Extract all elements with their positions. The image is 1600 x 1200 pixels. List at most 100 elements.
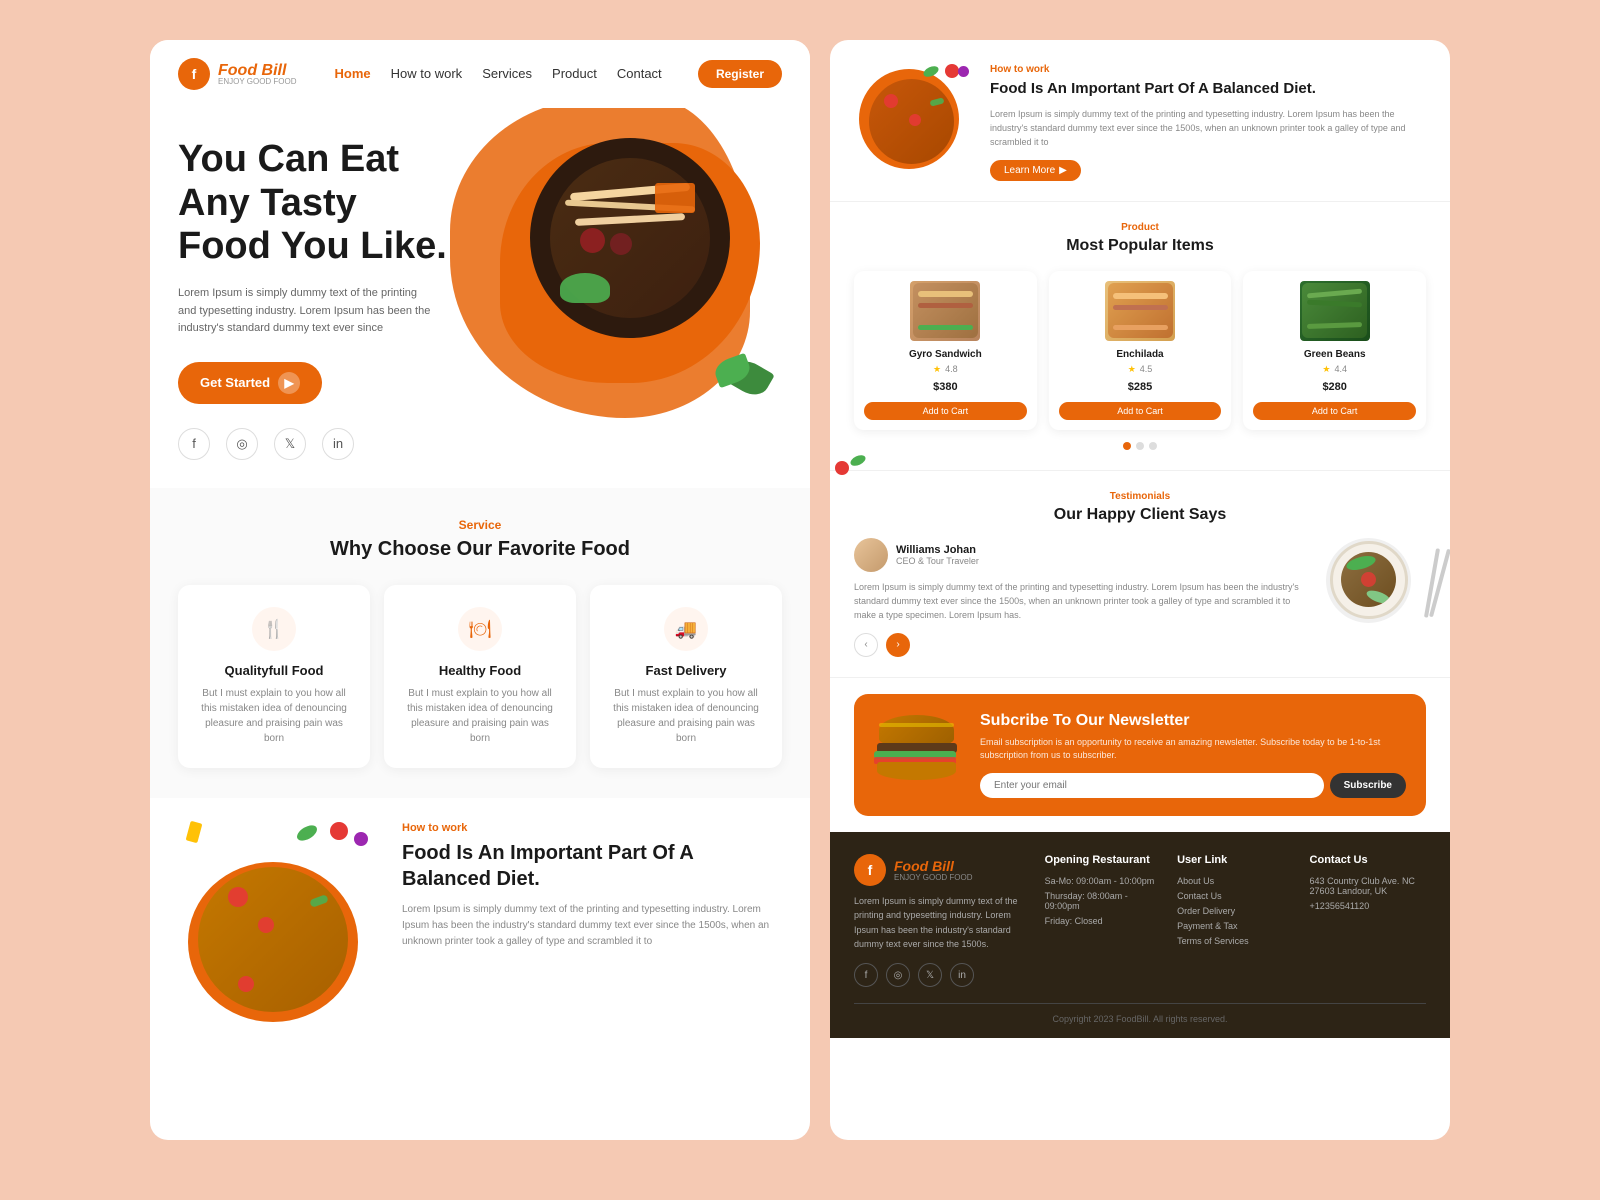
service-card-delivery: 🚚 Fast Delivery But I must explain to yo… xyxy=(590,585,782,768)
burger-image xyxy=(874,715,964,795)
twitter-icon[interactable]: 𝕏 xyxy=(274,428,306,460)
nav-item-home[interactable]: Home xyxy=(335,65,371,83)
footer-opening-title: Opening Restaurant xyxy=(1045,854,1161,866)
newsletter-email-input[interactable] xyxy=(980,773,1324,798)
footer-hours-1: Sa-Mo: 09:00am - 10:00pm xyxy=(1045,876,1161,886)
delivery-desc: But I must explain to you how all this m… xyxy=(606,686,766,746)
register-button[interactable]: Register xyxy=(698,60,782,88)
newsletter-submit-button[interactable]: Subscribe xyxy=(1330,773,1406,798)
popular-section: Product Most Popular Items Gyro Sandwich… xyxy=(830,202,1450,471)
testimonial-title: Our Happy Client Says xyxy=(854,506,1426,524)
testimonial-label: Testimonials xyxy=(854,491,1426,502)
healthy-title: Healthy Food xyxy=(400,663,560,678)
right-how-label: How to work xyxy=(990,64,1426,75)
greenbeans-image xyxy=(1300,281,1370,341)
footer-link-payment[interactable]: Payment & Tax xyxy=(1177,921,1293,931)
instagram-icon[interactable]: ◎ xyxy=(226,428,258,460)
enchilada-price: $285 xyxy=(1059,381,1222,393)
testimonial-text: Williams Johan CEO & Tour Traveler Lorem… xyxy=(854,538,1312,657)
arrow-right-icon: ▶ xyxy=(1059,165,1067,176)
enchilada-add-to-cart[interactable]: Add to Cart xyxy=(1059,402,1222,420)
how-to-work-desc: Lorem Ipsum is simply dummy text of the … xyxy=(402,902,782,950)
get-started-button[interactable]: Get Started ▶ xyxy=(178,362,322,404)
left-panel: f Food Bill ENJOY GOOD FOOD Home How to … xyxy=(150,40,810,1140)
footer-link-terms[interactable]: Terms of Services xyxy=(1177,936,1293,946)
newsletter-section: Subcribe To Our Newsletter Email subscri… xyxy=(854,694,1426,816)
logo-icon: f xyxy=(178,58,210,90)
testimonial-section: Testimonials Our Happy Client Says Willi… xyxy=(830,471,1450,678)
hero-socials: f ◎ 𝕏 in xyxy=(178,428,782,460)
pizza-image-left xyxy=(178,822,378,1022)
footer-phone: +12356541120 xyxy=(1310,901,1426,911)
delivery-icon: 🚚 xyxy=(664,607,708,651)
footer-link-contact[interactable]: Contact Us xyxy=(1177,891,1293,901)
newsletter-content: Subcribe To Our Newsletter Email subscri… xyxy=(980,712,1406,798)
enchilada-name: Enchilada xyxy=(1059,349,1222,360)
right-how-desc: Lorem Ipsum is simply dummy text of the … xyxy=(990,107,1426,150)
star-icon: ★ xyxy=(1322,364,1330,375)
dot-3[interactable] xyxy=(1149,442,1157,450)
nav-item-product[interactable]: Product xyxy=(552,65,597,83)
reviewer-name: Williams Johan xyxy=(896,544,979,556)
gyro-image xyxy=(910,281,980,341)
footer-instagram-icon[interactable]: ◎ xyxy=(886,963,910,987)
nav-item-how[interactable]: How to work xyxy=(391,65,463,83)
quality-title: Qualityfull Food xyxy=(194,663,354,678)
testimonial-quote: Lorem Ipsum is simply dummy text of the … xyxy=(854,580,1312,623)
logo: f Food Bill ENJOY GOOD FOOD xyxy=(178,58,297,90)
testimonial-next-button[interactable]: › xyxy=(886,633,910,657)
quality-desc: But I must explain to you how all this m… xyxy=(194,686,354,746)
popular-title: Most Popular Items xyxy=(854,237,1426,255)
greenbeans-name: Green Beans xyxy=(1253,349,1416,360)
testimonial-navigation: ‹ › xyxy=(854,633,1312,657)
popular-card-enchilada: Enchilada ★ 4.5 $285 Add to Cart xyxy=(1049,271,1232,430)
right-panel: How to work Food Is An Important Part Of… xyxy=(830,40,1450,1140)
service-cards: 🍴 Qualityfull Food But I must explain to… xyxy=(178,585,782,768)
carousel-dots xyxy=(854,442,1426,450)
quality-icon: 🍴 xyxy=(252,607,296,651)
footer: f Food Bill ENJOY GOOD FOOD Lorem Ipsum … xyxy=(830,832,1450,1039)
newsletter-description: Email subscription is an opportunity to … xyxy=(980,736,1406,763)
testimonial-content: Williams Johan CEO & Tour Traveler Lorem… xyxy=(854,538,1426,657)
nav-item-contact[interactable]: Contact xyxy=(617,65,662,83)
dot-2[interactable] xyxy=(1136,442,1144,450)
footer-brand-tagline: ENJOY GOOD FOOD xyxy=(894,873,973,882)
dot-1[interactable] xyxy=(1123,442,1131,450)
salad-plate xyxy=(1326,538,1411,623)
gyro-price: $380 xyxy=(864,381,1027,393)
greenbeans-price: $280 xyxy=(1253,381,1416,393)
footer-facebook-icon[interactable]: f xyxy=(854,963,878,987)
newsletter-form: Subscribe xyxy=(980,773,1406,798)
footer-contact-title: Contact Us xyxy=(1310,854,1426,866)
footer-linkedin-icon[interactable]: in xyxy=(950,963,974,987)
footer-twitter-icon[interactable]: 𝕏 xyxy=(918,963,942,987)
facebook-icon[interactable]: f xyxy=(178,428,210,460)
delivery-title: Fast Delivery xyxy=(606,663,766,678)
gyro-add-to-cart[interactable]: Add to Cart xyxy=(864,402,1027,420)
footer-link-about[interactable]: About Us xyxy=(1177,876,1293,886)
popular-cards: Gyro Sandwich ★ 4.8 $380 Add to Cart xyxy=(854,271,1426,430)
footer-user-links: User Link About Us Contact Us Order Deli… xyxy=(1177,854,1293,988)
right-how-title: Food Is An Important Part Of A Balanced … xyxy=(990,79,1426,99)
footer-userlinks-title: User Link xyxy=(1177,854,1293,866)
pizza-inner xyxy=(869,79,954,164)
linkedin-icon[interactable]: in xyxy=(322,428,354,460)
footer-about-desc: Lorem Ipsum is simply dummy text of the … xyxy=(854,894,1029,952)
learn-more-button[interactable]: Learn More ▶ xyxy=(990,160,1081,181)
gyro-rating: ★ 4.8 xyxy=(864,364,1027,375)
popular-card-gyro: Gyro Sandwich ★ 4.8 $380 Add to Cart xyxy=(854,271,1037,430)
testimonial-prev-button[interactable]: ‹ xyxy=(854,633,878,657)
footer-opening: Opening Restaurant Sa-Mo: 09:00am - 10:0… xyxy=(1045,854,1161,988)
greenbeans-add-to-cart[interactable]: Add to Cart xyxy=(1253,402,1416,420)
service-card-quality: 🍴 Qualityfull Food But I must explain to… xyxy=(178,585,370,768)
newsletter-title: Subcribe To Our Newsletter xyxy=(980,712,1406,730)
service-title: Why Choose Our Favorite Food xyxy=(178,538,782,561)
popular-card-greenbeans: Green Beans ★ 4.4 $280 Add to Cart xyxy=(1243,271,1426,430)
footer-link-delivery[interactable]: Order Delivery xyxy=(1177,906,1293,916)
popular-label: Product xyxy=(854,222,1426,233)
right-pizza-image xyxy=(854,64,974,174)
hero-title: You Can Eat Any Tasty Food You Like. xyxy=(178,138,458,269)
nav-item-services[interactable]: Services xyxy=(482,65,532,83)
footer-hours-2: Thursday: 08:00am - 09:00pm xyxy=(1045,891,1161,911)
how-to-work-label: How to work xyxy=(402,822,782,834)
